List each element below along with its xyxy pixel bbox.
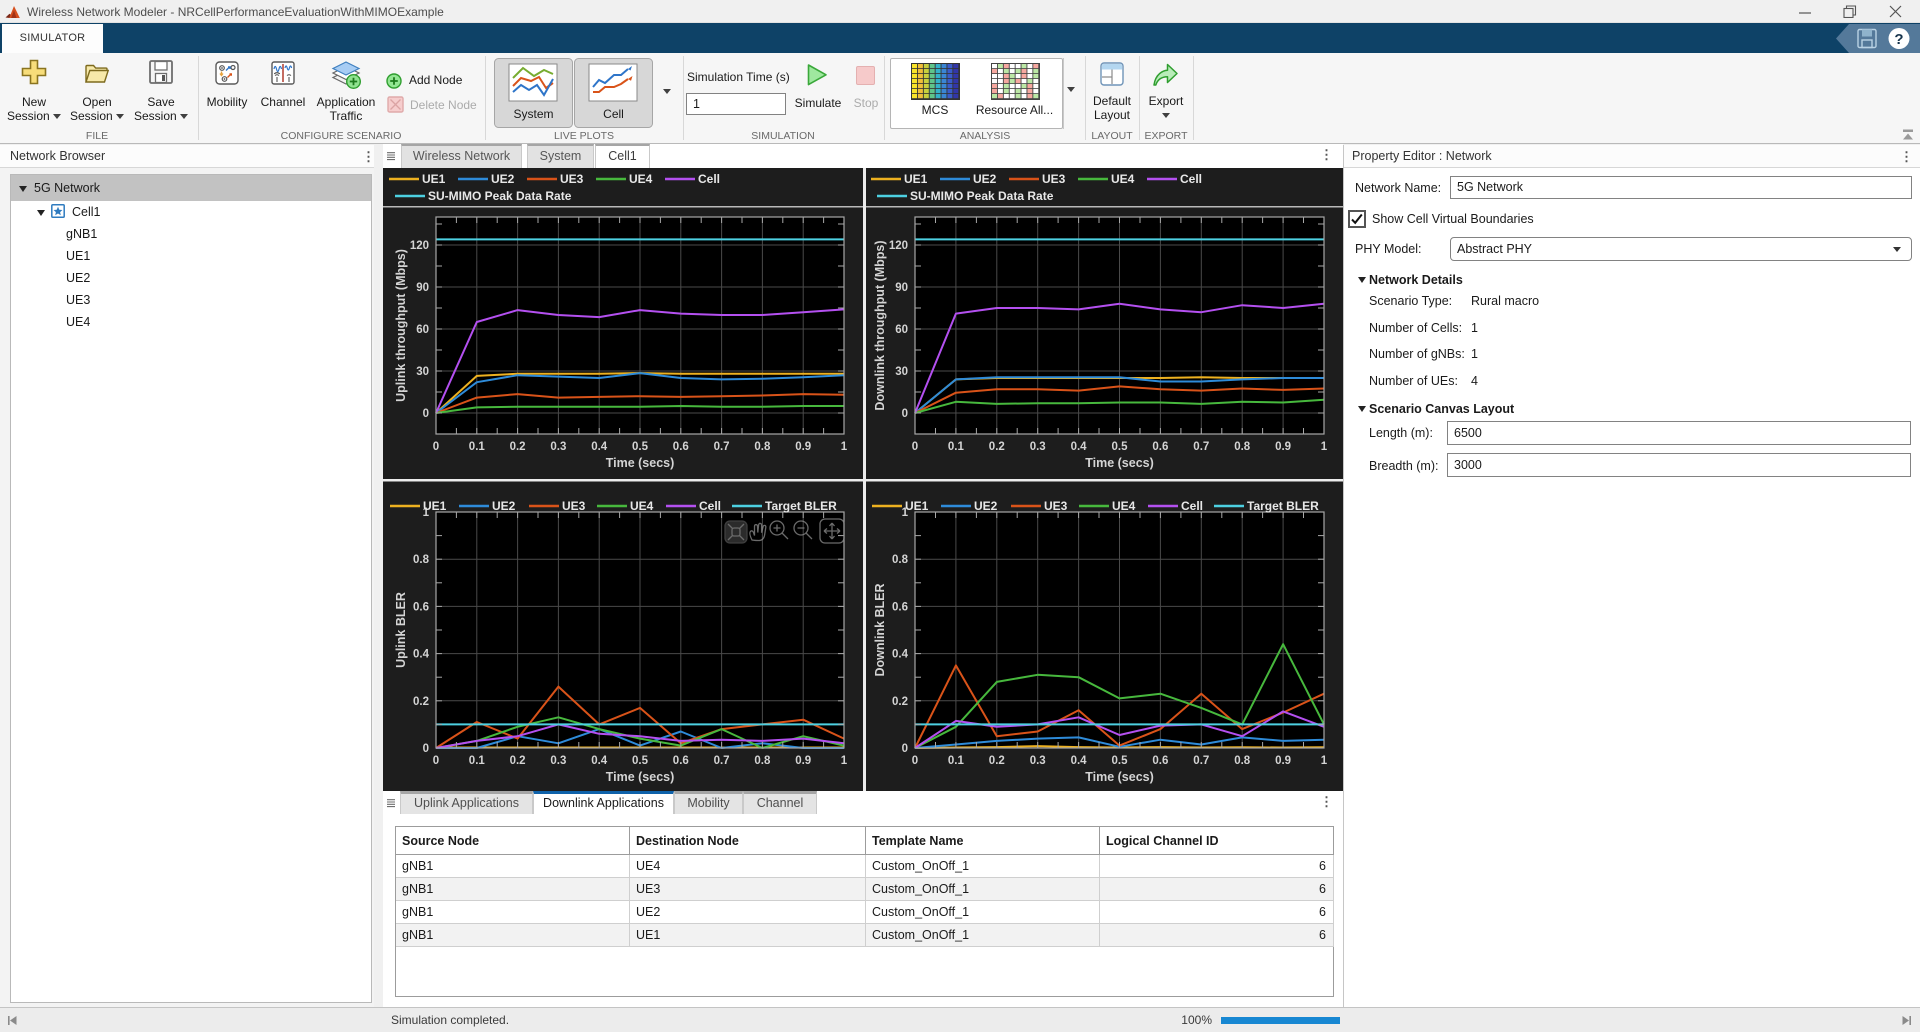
svg-text:0.2: 0.2 — [510, 441, 526, 453]
svg-text:0.6: 0.6 — [1152, 441, 1168, 453]
svg-text:0.7: 0.7 — [714, 441, 730, 453]
svg-text:UE3: UE3 — [1042, 172, 1066, 186]
svg-text:Uplink BLER: Uplink BLER — [394, 592, 408, 668]
svg-text:0: 0 — [423, 408, 429, 420]
svg-text:0.7: 0.7 — [714, 755, 730, 767]
svg-text:1: 1 — [1321, 755, 1328, 767]
svg-text:0.9: 0.9 — [795, 441, 811, 453]
svg-text:0.8: 0.8 — [1234, 441, 1251, 453]
svg-text:0.5: 0.5 — [632, 755, 649, 767]
svg-text:Cell: Cell — [1180, 172, 1202, 186]
svg-text:UE3: UE3 — [562, 499, 586, 513]
svg-text:0.2: 0.2 — [510, 755, 526, 767]
svg-text:UE3: UE3 — [560, 172, 584, 186]
svg-text:UE4: UE4 — [1112, 499, 1136, 513]
svg-text:UE1: UE1 — [904, 172, 928, 186]
svg-text:0.4: 0.4 — [591, 441, 608, 453]
svg-text:UE3: UE3 — [1044, 499, 1068, 513]
svg-text:0.8: 0.8 — [754, 755, 771, 767]
svg-text:Target BLER: Target BLER — [1247, 499, 1319, 513]
svg-text:0.2: 0.2 — [989, 441, 1005, 453]
svg-text:UE2: UE2 — [973, 172, 997, 186]
svg-text:Time (secs): Time (secs) — [606, 770, 675, 784]
svg-text:0.4: 0.4 — [413, 649, 430, 661]
svg-text:UE2: UE2 — [491, 172, 515, 186]
svg-text:UE2: UE2 — [492, 499, 516, 513]
svg-text:0: 0 — [912, 755, 918, 767]
svg-text:60: 60 — [416, 324, 429, 336]
svg-text:Uplink throughput (Mbps): Uplink throughput (Mbps) — [394, 249, 408, 402]
svg-text:0.9: 0.9 — [1275, 755, 1291, 767]
svg-text:0.1: 0.1 — [469, 755, 486, 767]
svg-text:SU-MIMO Peak Data Rate: SU-MIMO Peak Data Rate — [428, 189, 572, 203]
svg-text:1: 1 — [841, 441, 848, 453]
svg-text:0.9: 0.9 — [1275, 441, 1291, 453]
svg-text:0.3: 0.3 — [1030, 441, 1046, 453]
svg-text:Time (secs): Time (secs) — [606, 456, 675, 470]
svg-text:60: 60 — [895, 324, 908, 336]
svg-text:0.6: 0.6 — [673, 441, 689, 453]
svg-text:UE4: UE4 — [629, 172, 653, 186]
svg-text:UE4: UE4 — [1111, 172, 1135, 186]
svg-text:1: 1 — [1321, 441, 1328, 453]
svg-text:0.1: 0.1 — [469, 441, 486, 453]
svg-text:0.5: 0.5 — [632, 441, 649, 453]
svg-text:120: 120 — [410, 240, 429, 252]
svg-text:0.2: 0.2 — [989, 755, 1005, 767]
svg-text:0.4: 0.4 — [591, 755, 608, 767]
svg-text:30: 30 — [416, 366, 429, 378]
svg-text:0: 0 — [912, 441, 918, 453]
svg-text:Cell: Cell — [698, 172, 720, 186]
svg-text:?: ? — [1894, 31, 1903, 48]
svg-text:0.3: 0.3 — [550, 755, 566, 767]
svg-text:UE1: UE1 — [905, 499, 929, 513]
svg-text:0: 0 — [902, 408, 908, 420]
svg-text:Time (secs): Time (secs) — [1085, 770, 1154, 784]
svg-text:UE4: UE4 — [630, 499, 654, 513]
svg-text:0.6: 0.6 — [673, 755, 689, 767]
svg-text:0.8: 0.8 — [1234, 755, 1251, 767]
svg-text:0.2: 0.2 — [413, 696, 429, 708]
svg-text:UE1: UE1 — [423, 499, 447, 513]
svg-text:0.3: 0.3 — [550, 441, 566, 453]
svg-text:0.1: 0.1 — [948, 755, 965, 767]
svg-text:0.7: 0.7 — [1193, 755, 1209, 767]
svg-text:SU-MIMO Peak Data Rate: SU-MIMO Peak Data Rate — [910, 189, 1054, 203]
svg-text:0.6: 0.6 — [413, 601, 429, 613]
svg-text:Cell: Cell — [1181, 499, 1203, 513]
svg-text:0.6: 0.6 — [1152, 755, 1168, 767]
svg-text:120: 120 — [889, 240, 908, 252]
svg-text:90: 90 — [416, 282, 429, 294]
svg-text:0.8: 0.8 — [892, 554, 909, 566]
svg-text:Target BLER: Target BLER — [765, 499, 837, 513]
svg-text:0.4: 0.4 — [892, 649, 909, 661]
svg-text:0.9: 0.9 — [795, 755, 811, 767]
svg-text:30: 30 — [895, 366, 908, 378]
svg-text:Downlink throughput (Mbps): Downlink throughput (Mbps) — [873, 240, 887, 410]
svg-text:Time (secs): Time (secs) — [1085, 456, 1154, 470]
svg-text:0.4: 0.4 — [1071, 441, 1088, 453]
svg-text:0.8: 0.8 — [413, 554, 430, 566]
svg-text:0.2: 0.2 — [892, 696, 908, 708]
svg-text:90: 90 — [895, 282, 908, 294]
svg-text:0.1: 0.1 — [948, 441, 965, 453]
svg-text:0.7: 0.7 — [1193, 441, 1209, 453]
svg-text:Cell: Cell — [699, 499, 721, 513]
svg-text:0.3: 0.3 — [1030, 755, 1046, 767]
svg-text:0: 0 — [433, 441, 439, 453]
svg-text:0: 0 — [423, 743, 429, 755]
svg-text:0: 0 — [902, 743, 908, 755]
svg-text:0.5: 0.5 — [1112, 441, 1129, 453]
svg-text:Downlink BLER: Downlink BLER — [873, 583, 887, 676]
svg-text:0.4: 0.4 — [1071, 755, 1088, 767]
svg-text:UE1: UE1 — [422, 172, 446, 186]
svg-text:UE2: UE2 — [974, 499, 998, 513]
svg-text:1: 1 — [841, 755, 848, 767]
svg-text:0.5: 0.5 — [1112, 755, 1129, 767]
svg-text:0.8: 0.8 — [754, 441, 771, 453]
svg-text:0.6: 0.6 — [892, 601, 908, 613]
svg-text:0: 0 — [433, 755, 439, 767]
